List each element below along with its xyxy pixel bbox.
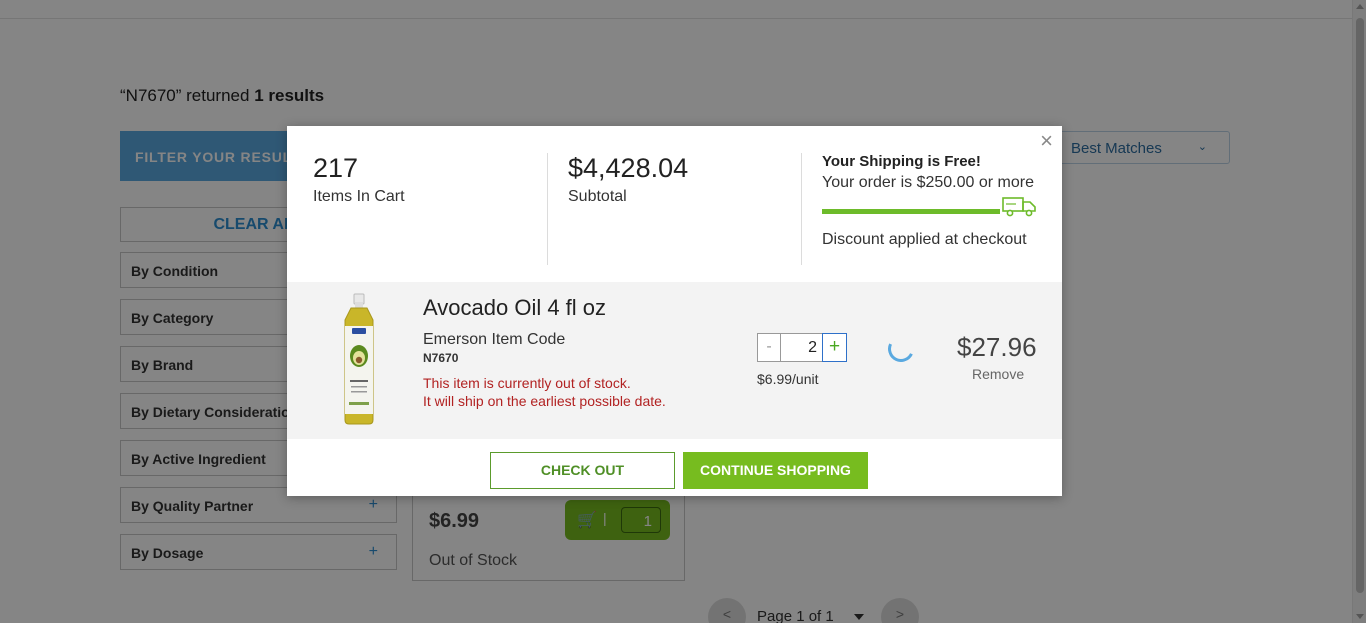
discount-note: Discount applied at checkout <box>822 231 1027 248</box>
subtotal-label: Subtotal <box>568 188 627 205</box>
checkout-button[interactable]: CHECK OUT <box>490 452 675 489</box>
item-code: N7670 <box>423 351 459 365</box>
product-name[interactable]: Avocado Oil 4 fl oz <box>423 295 606 321</box>
shipping-title: Your Shipping is Free! <box>822 153 981 170</box>
shipping-threshold-text: Your order is $250.00 or more <box>822 174 1034 191</box>
shipping-block: Your Shipping is Free! Your order is $25… <box>822 153 1052 265</box>
truck-icon <box>1002 197 1036 217</box>
items-in-cart-block: 217 Items In Cart <box>313 153 543 265</box>
subtotal-value: $4,428.04 <box>568 153 689 183</box>
increase-qty-button[interactable]: + <box>822 333 847 362</box>
items-label: Items In Cart <box>313 188 405 205</box>
out-of-stock-message: This item is currently out of stock. <box>423 375 631 391</box>
line-total: $27.96 <box>957 332 1037 362</box>
subtotal-block: $4,428.04 Subtotal <box>568 153 798 265</box>
decrease-qty-button[interactable]: - <box>757 333 781 362</box>
product-image[interactable] <box>339 292 379 426</box>
unit-price: $6.99/unit <box>757 371 819 387</box>
summary-divider <box>547 153 548 265</box>
continue-shopping-button[interactable]: CONTINUE SHOPPING <box>683 452 868 489</box>
cart-summary: 217 Items In Cart $4,428.04 Subtotal You… <box>287 126 1062 282</box>
cart-item-row: Avocado Oil 4 fl oz Emerson Item Code N7… <box>287 282 1062 439</box>
quantity-stepper: - 2 + <box>757 333 847 362</box>
shipping-progress-bar <box>822 209 1000 214</box>
item-code-label: Emerson Item Code <box>423 331 566 348</box>
ship-date-message: It will ship on the earliest possible da… <box>423 393 666 409</box>
items-count: 217 <box>313 153 359 183</box>
quantity-input[interactable]: 2 <box>781 333 822 362</box>
loading-spinner-icon <box>884 332 918 366</box>
summary-divider <box>801 153 802 265</box>
added-to-cart-modal: × 217 Items In Cart $4,428.04 Subtotal Y… <box>287 126 1062 496</box>
remove-item-link[interactable]: Remove <box>972 366 1024 382</box>
